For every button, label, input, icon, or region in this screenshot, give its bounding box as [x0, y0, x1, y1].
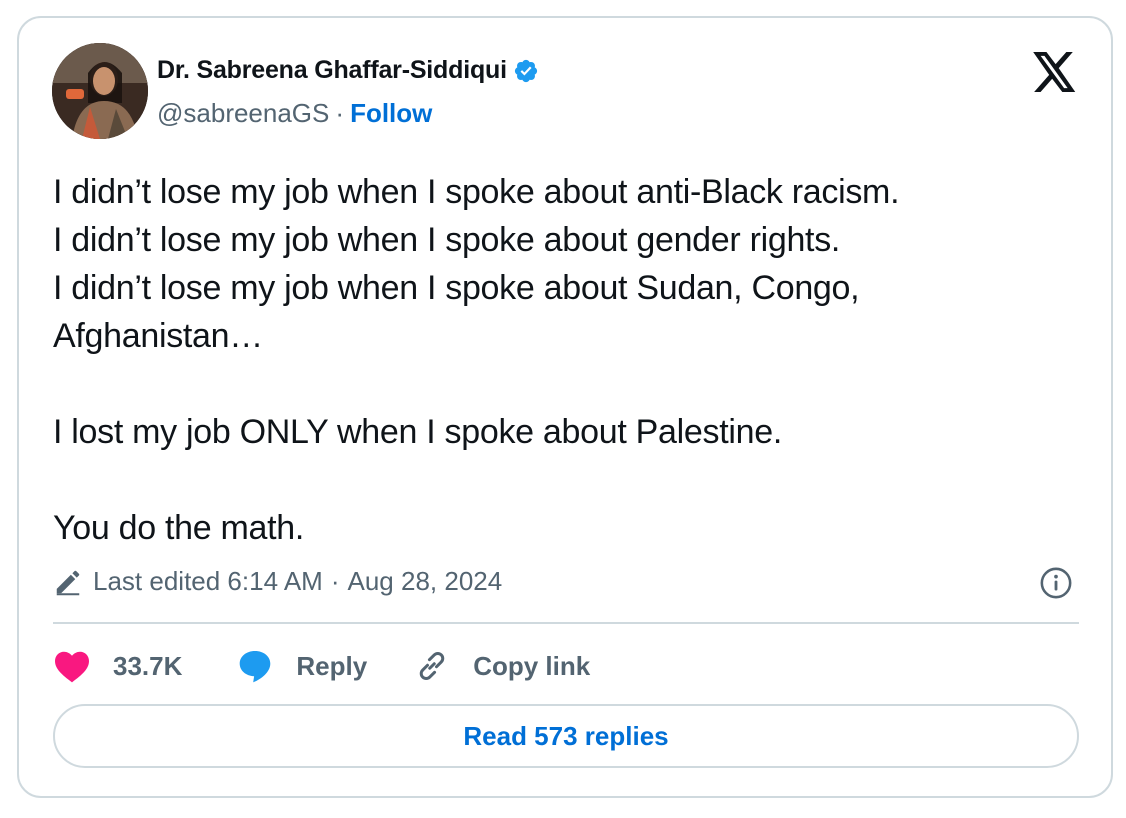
- info-icon[interactable]: [1039, 566, 1073, 600]
- copy-link-button[interactable]: Copy link: [413, 648, 590, 684]
- edited-row: Last edited 6:14 AM · Aug 28, 2024: [53, 566, 502, 597]
- date-separator: ·: [330, 566, 340, 596]
- action-bar: 33.7K Reply Copy link: [53, 646, 590, 686]
- tweet-card: Dr. Sabreena Ghaffar-Siddiqui @sabreenaG…: [17, 16, 1113, 798]
- like-button[interactable]: 33.7K: [53, 649, 182, 683]
- author-handle-row: @sabreenaGS · Follow: [157, 98, 432, 129]
- avatar[interactable]: [52, 43, 148, 139]
- edited-label[interactable]: Last edited 6:14 AM: [93, 566, 323, 597]
- follow-button[interactable]: Follow: [350, 98, 432, 129]
- author-name[interactable]: Dr. Sabreena Ghaffar-Siddiqui: [157, 56, 507, 85]
- author-handle[interactable]: @sabreenaGS: [157, 98, 329, 129]
- divider: [53, 622, 1079, 624]
- speech-bubble-icon: [240, 651, 271, 683]
- pencil-icon: [56, 570, 80, 595]
- x-logo-icon[interactable]: [1033, 52, 1077, 92]
- reply-button[interactable]: Reply: [236, 648, 367, 684]
- like-count: 33.7K: [113, 650, 183, 681]
- link-icon: [419, 651, 445, 681]
- read-replies-label: Read 573 replies: [463, 720, 669, 751]
- read-replies-button[interactable]: Read 573 replies: [53, 704, 1079, 768]
- author-name-row: Dr. Sabreena Ghaffar-Siddiqui: [157, 56, 539, 85]
- handle-separator: ·: [335, 98, 345, 128]
- heart-icon: [55, 651, 89, 683]
- copy-link-label: Copy link: [473, 650, 591, 681]
- tweet-date[interactable]: Aug 28, 2024: [348, 566, 503, 597]
- verified-badge-icon: [514, 59, 537, 82]
- tweet-text: I didn’t lose my job when I spoke about …: [53, 173, 900, 547]
- reply-label: Reply: [296, 650, 368, 681]
